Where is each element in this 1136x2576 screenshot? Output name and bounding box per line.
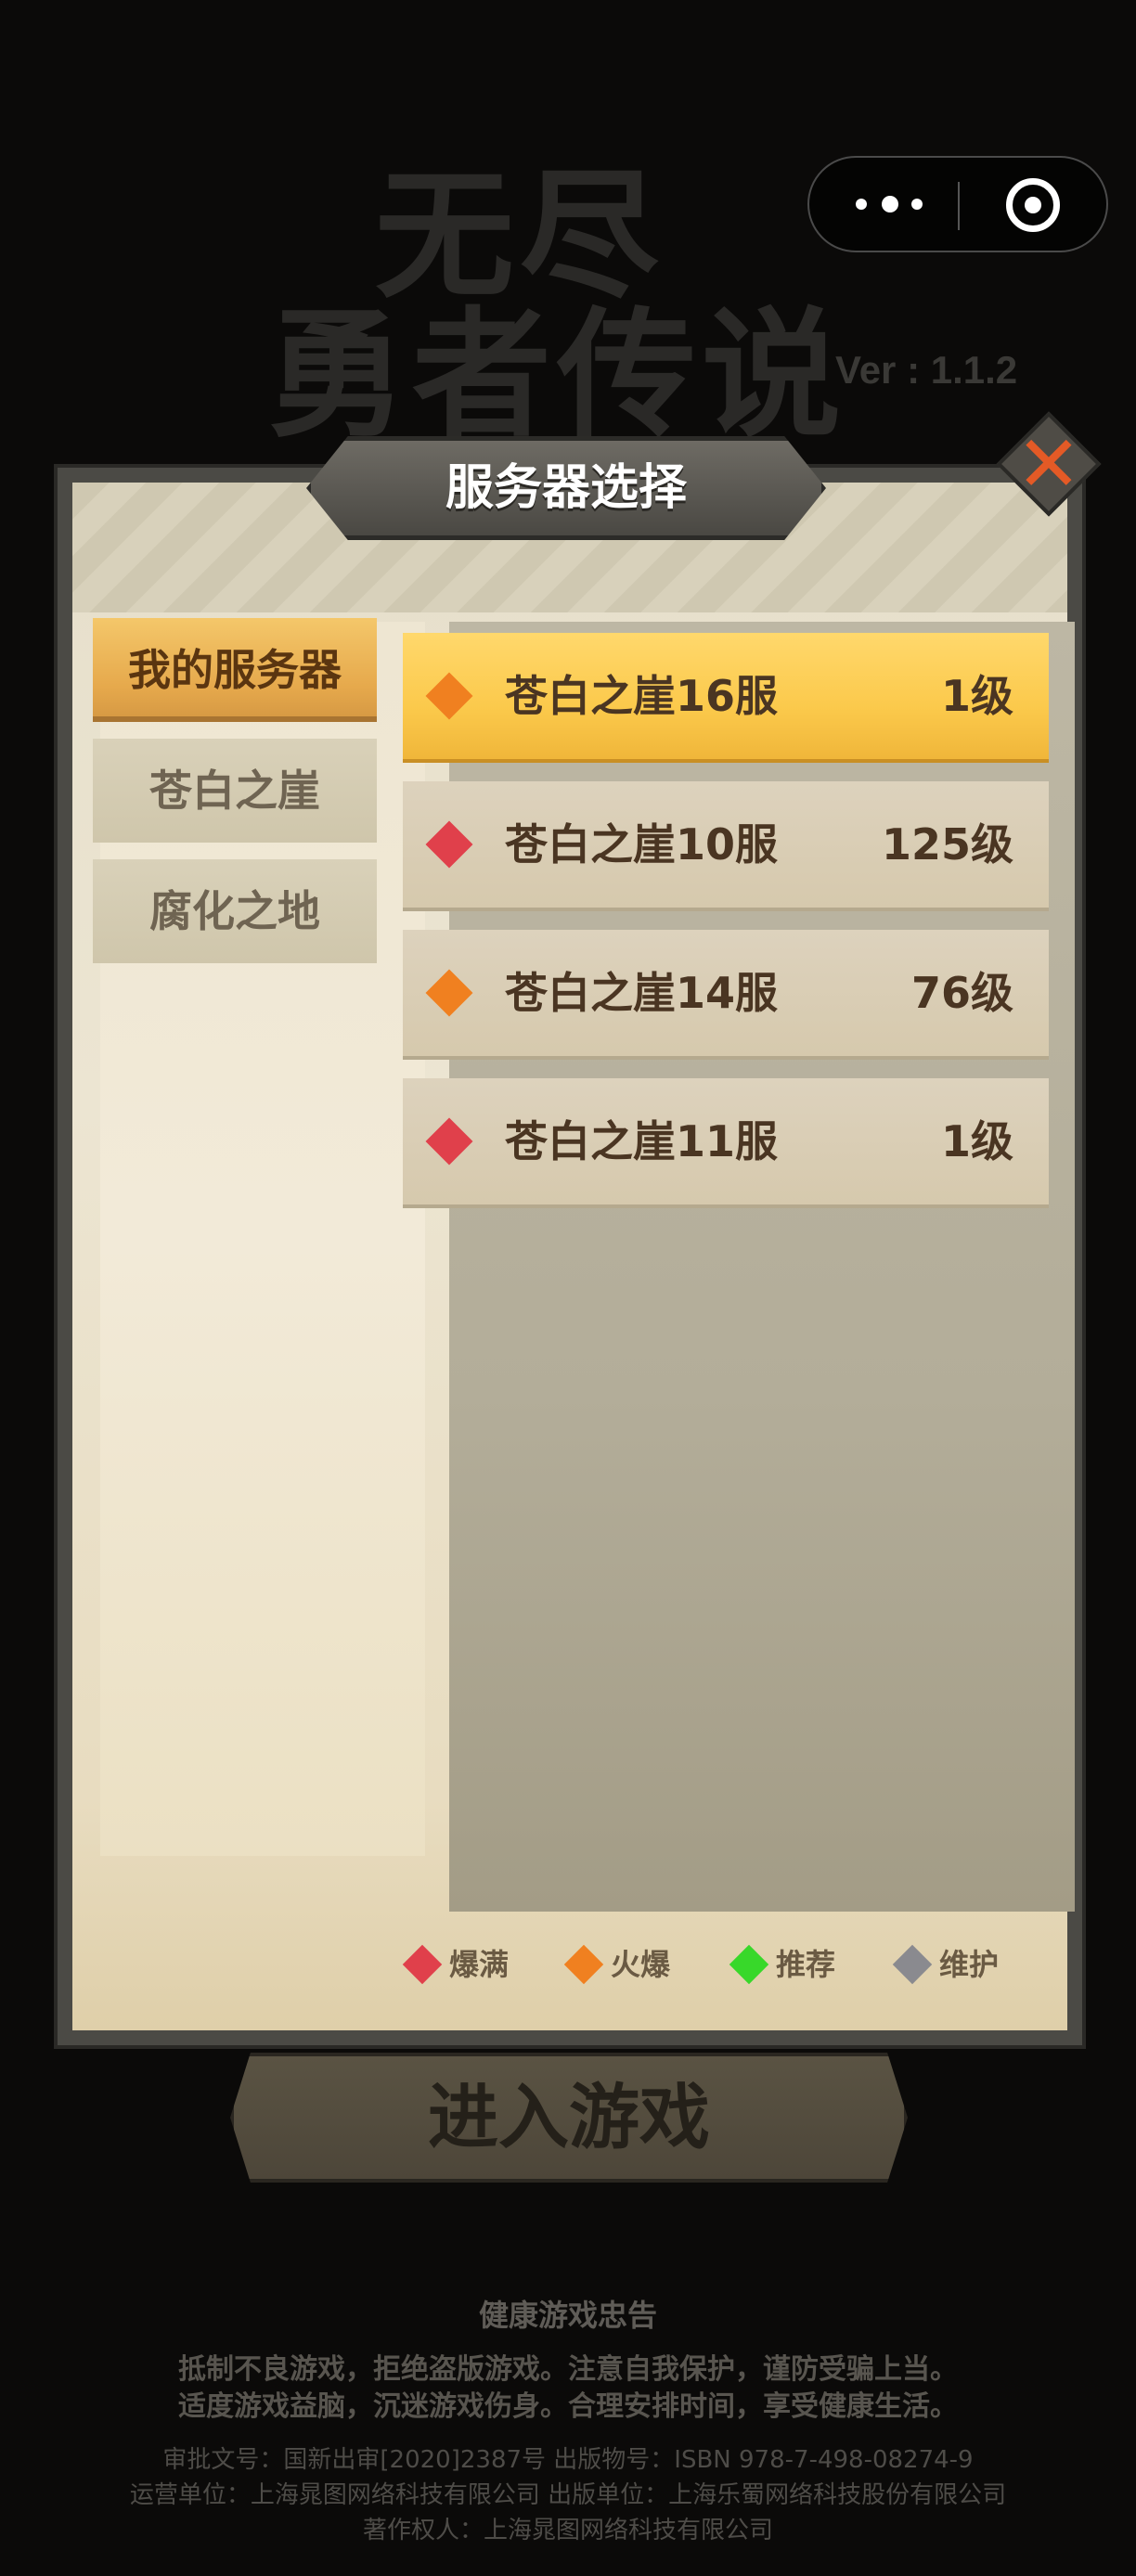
server-name: 苍白之崖11服 — [505, 1116, 779, 1166]
health-notice-title: 健康游戏忠告 — [478, 2298, 657, 2333]
tab-my-servers[interactable]: 我的服务器 — [93, 618, 377, 722]
server-level: 125级 — [881, 819, 1013, 869]
dialog-title: 服务器选择 — [445, 460, 687, 516]
operator-info: 运营单位：上海晁图网络科技有限公司 出版单位：上海乐蜀网络科技股份有限公司 — [129, 2481, 1007, 2509]
approval-info: 审批文号：国新出审[2020]2387号 出版物号：ISBN 978-7-498… — [162, 2446, 974, 2474]
server-name: 苍白之崖14服 — [505, 968, 779, 1018]
health-notice-line-1: 抵制不良游戏，拒绝盗版游戏。注意自我保护，谨防受骗上当。 — [178, 2353, 958, 2386]
tab-pale-cliff[interactable]: 苍白之崖 — [93, 739, 377, 843]
enter-game-button[interactable]: 进入游戏 — [230, 2053, 908, 2183]
full-status-icon — [425, 1117, 473, 1166]
logo-line-1: 无尽 — [374, 156, 665, 317]
target-icon[interactable] — [1006, 178, 1060, 232]
health-notice-line-2: 适度游戏益脑，沉迷游戏伤身。合理安排时间，享受健康生活。 — [178, 2390, 958, 2423]
logo-line-2: 勇者传说 — [266, 295, 846, 457]
server-level: 1级 — [940, 1116, 1013, 1166]
server-level: 1级 — [940, 671, 1013, 721]
server-row[interactable]: 苍白之崖10服 125级 — [403, 781, 1049, 911]
legend-label: 爆满 — [449, 1947, 510, 1982]
server-name: 苍白之崖10服 — [505, 819, 779, 869]
game-logo: 无尽 勇者传说 — [251, 167, 900, 473]
server-name: 苍白之崖16服 — [505, 671, 779, 721]
server-row[interactable]: 苍白之崖11服 1级 — [403, 1078, 1049, 1208]
mini-program-capsule — [807, 156, 1108, 252]
copyright-info: 著作权人：上海晁图网络科技有限公司 — [362, 2517, 773, 2544]
hot-status-icon — [425, 969, 473, 1017]
close-x-icon: ✕ — [1015, 419, 1082, 509]
close-button[interactable]: ✕ — [996, 411, 1102, 517]
full-status-icon — [425, 820, 473, 869]
legend-label: 火爆 — [611, 1947, 671, 1982]
legend-label: 推荐 — [776, 1947, 836, 1982]
tab-corrupted-land[interactable]: 腐化之地 — [93, 859, 377, 963]
more-dots-icon[interactable] — [852, 186, 926, 223]
hot-status-icon — [425, 672, 473, 720]
version-label: Ver : 1.1.2 — [835, 348, 1018, 392]
server-row[interactable]: 苍白之崖16服 1级 — [403, 633, 1049, 763]
server-row[interactable]: 苍白之崖14服 76级 — [403, 930, 1049, 1060]
capsule-divider — [958, 182, 960, 230]
legend-label: 维护 — [939, 1947, 1000, 1982]
server-level: 76级 — [910, 968, 1013, 1018]
